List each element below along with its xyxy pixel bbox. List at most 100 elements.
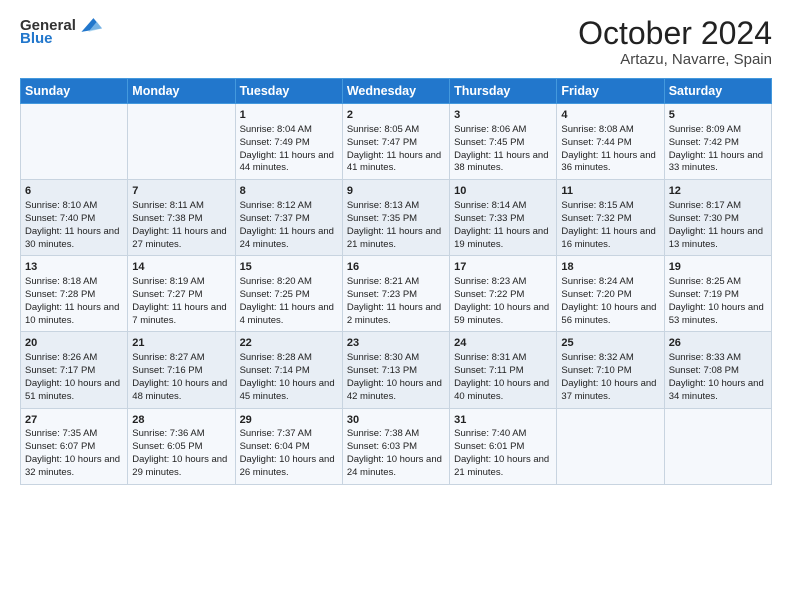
- sunset-text: Sunset: 7:27 PM: [132, 289, 230, 302]
- title-block: October 2024 Artazu, Navarre, Spain: [578, 16, 772, 68]
- sunset-text: Sunset: 7:33 PM: [454, 213, 552, 226]
- calendar-cell: 3Sunrise: 8:06 AMSunset: 7:45 PMDaylight…: [450, 104, 557, 180]
- calendar-body: 1Sunrise: 8:04 AMSunset: 7:49 PMDaylight…: [21, 104, 772, 484]
- header-row: Sunday Monday Tuesday Wednesday Thursday…: [21, 79, 772, 104]
- day-number: 25: [561, 336, 659, 351]
- day-number: 11: [561, 184, 659, 199]
- calendar-cell: 14Sunrise: 8:19 AMSunset: 7:27 PMDayligh…: [128, 256, 235, 332]
- day-number: 9: [347, 184, 445, 199]
- logo: General Blue: [20, 16, 102, 47]
- calendar-cell: 25Sunrise: 8:32 AMSunset: 7:10 PMDayligh…: [557, 332, 664, 408]
- daylight-text: Daylight: 11 hours and 13 minutes.: [669, 226, 767, 252]
- sunset-text: Sunset: 6:01 PM: [454, 441, 552, 454]
- calendar-cell: 16Sunrise: 8:21 AMSunset: 7:23 PMDayligh…: [342, 256, 449, 332]
- sunset-text: Sunset: 7:37 PM: [240, 213, 338, 226]
- day-number: 16: [347, 260, 445, 275]
- calendar-cell: 1Sunrise: 8:04 AMSunset: 7:49 PMDaylight…: [235, 104, 342, 180]
- sunrise-text: Sunrise: 7:36 AM: [132, 428, 230, 441]
- sunrise-text: Sunrise: 7:40 AM: [454, 428, 552, 441]
- day-number: 28: [132, 413, 230, 428]
- calendar-cell: [557, 408, 664, 484]
- day-number: 26: [669, 336, 767, 351]
- col-thursday: Thursday: [450, 79, 557, 104]
- sunset-text: Sunset: 7:35 PM: [347, 213, 445, 226]
- daylight-text: Daylight: 11 hours and 19 minutes.: [454, 226, 552, 252]
- calendar-cell: 19Sunrise: 8:25 AMSunset: 7:19 PMDayligh…: [664, 256, 771, 332]
- calendar-cell: 13Sunrise: 8:18 AMSunset: 7:28 PMDayligh…: [21, 256, 128, 332]
- sunset-text: Sunset: 7:40 PM: [25, 213, 123, 226]
- day-number: 18: [561, 260, 659, 275]
- daylight-text: Daylight: 11 hours and 33 minutes.: [669, 150, 767, 176]
- daylight-text: Daylight: 10 hours and 21 minutes.: [454, 454, 552, 480]
- sunrise-text: Sunrise: 8:10 AM: [25, 200, 123, 213]
- daylight-text: Daylight: 11 hours and 41 minutes.: [347, 150, 445, 176]
- day-number: 12: [669, 184, 767, 199]
- sunrise-text: Sunrise: 8:08 AM: [561, 124, 659, 137]
- calendar-cell: 21Sunrise: 8:27 AMSunset: 7:16 PMDayligh…: [128, 332, 235, 408]
- sunset-text: Sunset: 7:28 PM: [25, 289, 123, 302]
- calendar-cell: 11Sunrise: 8:15 AMSunset: 7:32 PMDayligh…: [557, 180, 664, 256]
- sunset-text: Sunset: 7:16 PM: [132, 365, 230, 378]
- sunset-text: Sunset: 6:03 PM: [347, 441, 445, 454]
- sunrise-text: Sunrise: 8:30 AM: [347, 352, 445, 365]
- sunrise-text: Sunrise: 8:11 AM: [132, 200, 230, 213]
- sunrise-text: Sunrise: 8:27 AM: [132, 352, 230, 365]
- sunset-text: Sunset: 7:08 PM: [669, 365, 767, 378]
- calendar-cell: 10Sunrise: 8:14 AMSunset: 7:33 PMDayligh…: [450, 180, 557, 256]
- sunset-text: Sunset: 7:23 PM: [347, 289, 445, 302]
- day-number: 31: [454, 413, 552, 428]
- calendar-cell: 6Sunrise: 8:10 AMSunset: 7:40 PMDaylight…: [21, 180, 128, 256]
- daylight-text: Daylight: 11 hours and 38 minutes.: [454, 150, 552, 176]
- calendar-cell: 30Sunrise: 7:38 AMSunset: 6:03 PMDayligh…: [342, 408, 449, 484]
- logo-icon: [78, 16, 102, 34]
- day-number: 27: [25, 413, 123, 428]
- sunset-text: Sunset: 7:45 PM: [454, 137, 552, 150]
- day-number: 22: [240, 336, 338, 351]
- sunrise-text: Sunrise: 8:05 AM: [347, 124, 445, 137]
- daylight-text: Daylight: 10 hours and 59 minutes.: [454, 302, 552, 328]
- subtitle: Artazu, Navarre, Spain: [578, 51, 772, 68]
- calendar-cell: [664, 408, 771, 484]
- calendar-cell: 18Sunrise: 8:24 AMSunset: 7:20 PMDayligh…: [557, 256, 664, 332]
- calendar-cell: 4Sunrise: 8:08 AMSunset: 7:44 PMDaylight…: [557, 104, 664, 180]
- week-row-4: 20Sunrise: 8:26 AMSunset: 7:17 PMDayligh…: [21, 332, 772, 408]
- calendar-cell: 26Sunrise: 8:33 AMSunset: 7:08 PMDayligh…: [664, 332, 771, 408]
- daylight-text: Daylight: 10 hours and 45 minutes.: [240, 378, 338, 404]
- sunrise-text: Sunrise: 8:17 AM: [669, 200, 767, 213]
- daylight-text: Daylight: 10 hours and 51 minutes.: [25, 378, 123, 404]
- sunrise-text: Sunrise: 8:19 AM: [132, 276, 230, 289]
- sunrise-text: Sunrise: 8:23 AM: [454, 276, 552, 289]
- daylight-text: Daylight: 11 hours and 4 minutes.: [240, 302, 338, 328]
- day-number: 17: [454, 260, 552, 275]
- sunrise-text: Sunrise: 8:21 AM: [347, 276, 445, 289]
- daylight-text: Daylight: 11 hours and 10 minutes.: [25, 302, 123, 328]
- sunrise-text: Sunrise: 8:32 AM: [561, 352, 659, 365]
- daylight-text: Daylight: 11 hours and 7 minutes.: [132, 302, 230, 328]
- sunrise-text: Sunrise: 8:24 AM: [561, 276, 659, 289]
- daylight-text: Daylight: 10 hours and 48 minutes.: [132, 378, 230, 404]
- daylight-text: Daylight: 11 hours and 24 minutes.: [240, 226, 338, 252]
- day-number: 6: [25, 184, 123, 199]
- page: General Blue October 2024 Artazu, Navarr…: [0, 0, 792, 612]
- sunset-text: Sunset: 7:49 PM: [240, 137, 338, 150]
- day-number: 10: [454, 184, 552, 199]
- daylight-text: Daylight: 10 hours and 53 minutes.: [669, 302, 767, 328]
- day-number: 15: [240, 260, 338, 275]
- calendar-cell: 8Sunrise: 8:12 AMSunset: 7:37 PMDaylight…: [235, 180, 342, 256]
- day-number: 8: [240, 184, 338, 199]
- day-number: 23: [347, 336, 445, 351]
- sunrise-text: Sunrise: 8:09 AM: [669, 124, 767, 137]
- day-number: 3: [454, 108, 552, 123]
- sunrise-text: Sunrise: 8:13 AM: [347, 200, 445, 213]
- sunrise-text: Sunrise: 8:25 AM: [669, 276, 767, 289]
- day-number: 4: [561, 108, 659, 123]
- calendar-cell: 27Sunrise: 7:35 AMSunset: 6:07 PMDayligh…: [21, 408, 128, 484]
- week-row-3: 13Sunrise: 8:18 AMSunset: 7:28 PMDayligh…: [21, 256, 772, 332]
- calendar-header: Sunday Monday Tuesday Wednesday Thursday…: [21, 79, 772, 104]
- sunset-text: Sunset: 7:14 PM: [240, 365, 338, 378]
- sunset-text: Sunset: 7:38 PM: [132, 213, 230, 226]
- week-row-5: 27Sunrise: 7:35 AMSunset: 6:07 PMDayligh…: [21, 408, 772, 484]
- day-number: 20: [25, 336, 123, 351]
- calendar-table: Sunday Monday Tuesday Wednesday Thursday…: [20, 78, 772, 484]
- sunset-text: Sunset: 6:05 PM: [132, 441, 230, 454]
